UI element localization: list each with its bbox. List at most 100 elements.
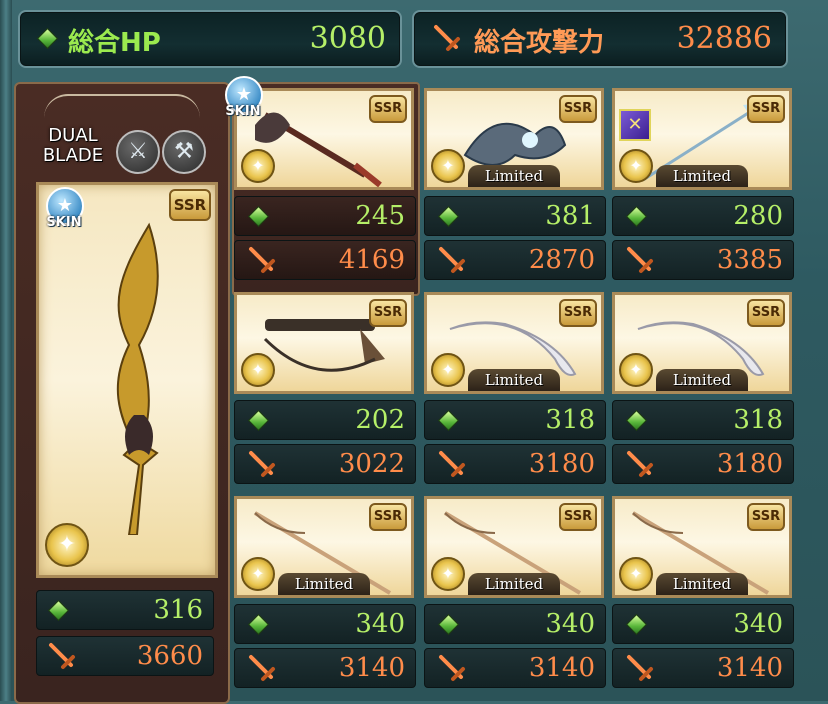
hp-gem-icon — [437, 205, 460, 228]
attack-sword-icon — [249, 451, 275, 477]
sword-specialty-icon: ⚔ — [116, 130, 160, 174]
total-attack-label: 総合攻撃力 — [474, 28, 605, 58]
hp-gem-icon — [247, 205, 270, 228]
limited-label: Limited — [656, 573, 748, 595]
weapon-hp-row: 318 — [424, 400, 606, 440]
ssr-badge: SSR — [747, 299, 785, 327]
total-hp-value: 3080 — [309, 21, 386, 56]
limited-label: Limited — [656, 369, 748, 391]
ornament-decoration — [44, 94, 200, 118]
weapon-hp-value: 280 — [733, 201, 783, 231]
weapon-attack-row: 3140 — [612, 648, 794, 688]
weapon-card[interactable]: SSR ✦ — [234, 292, 414, 394]
attack-sword-icon — [627, 247, 653, 273]
weapon-hp-value: 202 — [355, 405, 405, 435]
hp-gem-icon — [625, 409, 648, 432]
weapon-attack-value: 3022 — [338, 449, 405, 479]
weapon-hp-row: 245 — [234, 196, 416, 236]
skin-badge-label: SKIN — [225, 104, 261, 119]
ssr-badge: SSR — [747, 95, 785, 123]
ssr-badge: SSR — [747, 503, 785, 531]
element-compass-icon: ✦ — [241, 149, 275, 183]
weapon-card[interactable]: SSR ✦ Limited — [424, 292, 604, 394]
specialty-label: DUAL BLADE — [38, 126, 108, 166]
element-compass-icon: ✦ — [619, 149, 653, 183]
hp-gem-icon — [437, 409, 460, 432]
element-compass-icon: ✦ — [431, 149, 465, 183]
hp-gem-icon — [437, 613, 460, 636]
ssr-badge: SSR — [559, 503, 597, 531]
weapon-hp-value: 340 — [545, 609, 595, 639]
weapon-hp-value: 318 — [545, 405, 595, 435]
attack-sword-icon — [249, 247, 275, 273]
ssr-badge: SSR — [369, 503, 407, 531]
weapon-hp-row: 340 — [424, 604, 606, 644]
main-hp-row: 316 — [36, 590, 214, 630]
weapon-hp-row: 280 — [612, 196, 794, 236]
skin-badge: ★ SKIN — [220, 76, 266, 126]
attack-sword-icon — [439, 451, 465, 477]
weapon-attack-row: 3140 — [234, 648, 416, 688]
limited-label: Limited — [468, 165, 560, 187]
weapon-attack-value: 2870 — [528, 245, 595, 275]
weapon-hp-value: 340 — [355, 609, 405, 639]
weapon-attack-row: 3385 — [612, 240, 794, 280]
weapon-attack-row: 3022 — [234, 444, 416, 484]
weapon-attack-value: 3140 — [338, 653, 405, 683]
hp-gem-icon — [625, 205, 648, 228]
hp-gem-icon — [36, 27, 59, 50]
weapon-attack-row: 3140 — [424, 648, 606, 688]
limited-label: Limited — [278, 573, 370, 595]
element-compass-icon: ✦ — [241, 353, 275, 387]
weapon-attack-row: 2870 — [424, 240, 606, 280]
specialty-label-line1: DUAL — [48, 125, 98, 146]
weapon-attack-row: 3180 — [424, 444, 606, 484]
ssr-badge: SSR — [369, 299, 407, 327]
total-hp-label: 総合HP — [68, 28, 161, 58]
weapon-hp-value: 381 — [545, 201, 595, 231]
weapon-hp-row: 340 — [612, 604, 794, 644]
specialty-label-line2: BLADE — [42, 145, 104, 166]
attack-sword-icon — [249, 655, 275, 681]
ssr-badge: SSR — [369, 95, 407, 123]
limited-label: Limited — [468, 369, 560, 391]
frame-border — [0, 0, 12, 701]
spear-specialty-icon: ✕ — [619, 109, 651, 141]
main-weapon-panel: DUAL BLADE ⚔ ⚒ ★ SKIN SSR ✦ 316 3660 — [14, 82, 230, 704]
main-weapon-card[interactable]: ★ SKIN SSR ✦ — [36, 182, 218, 578]
attack-sword-icon — [627, 451, 653, 477]
main-attack-value: 3660 — [136, 641, 203, 671]
weapon-hp-value: 340 — [733, 609, 783, 639]
weapon-hp-value: 318 — [733, 405, 783, 435]
attack-sword-icon — [439, 247, 465, 273]
main-attack-row: 3660 — [36, 636, 214, 676]
weapon-attack-row: 4169 — [234, 240, 416, 280]
total-attack-bar: 総合攻撃力 32886 — [412, 10, 788, 68]
weapon-card[interactable]: SSR ✦ Limited — [612, 496, 792, 598]
attack-sword-icon — [49, 643, 75, 669]
weapon-hp-row: 202 — [234, 400, 416, 440]
attack-sword-icon — [627, 655, 653, 681]
weapon-attack-value: 4169 — [338, 245, 405, 275]
weapon-card[interactable]: SSR ✦ ✕ Limited — [612, 88, 792, 190]
weapon-card[interactable]: SSR ✦ Limited — [612, 292, 792, 394]
hp-gem-icon — [247, 613, 270, 636]
weapon-attack-value: 3140 — [716, 653, 783, 683]
element-compass-icon: ✦ — [431, 353, 465, 387]
weapon-hp-value: 245 — [355, 201, 405, 231]
weapon-card[interactable]: SSR ✦ Limited — [424, 496, 604, 598]
hp-gem-icon — [625, 613, 648, 636]
weapon-attack-value: 3180 — [528, 449, 595, 479]
dual-blade-weapon-icon — [116, 222, 159, 535]
hp-gem-icon — [247, 409, 270, 432]
limited-label: Limited — [468, 573, 560, 595]
limited-label: Limited — [656, 165, 748, 187]
ssr-badge: SSR — [559, 299, 597, 327]
element-compass-icon: ✦ — [431, 557, 465, 591]
weapon-card[interactable]: SSR ✦ Limited — [424, 88, 604, 190]
weapon-hp-row: 340 — [234, 604, 416, 644]
weapon-card[interactable]: SSR ✦ Limited — [234, 496, 414, 598]
weapon-attack-value: 3385 — [716, 245, 783, 275]
attack-sword-icon — [439, 655, 465, 681]
main-hp-value: 316 — [153, 595, 203, 625]
